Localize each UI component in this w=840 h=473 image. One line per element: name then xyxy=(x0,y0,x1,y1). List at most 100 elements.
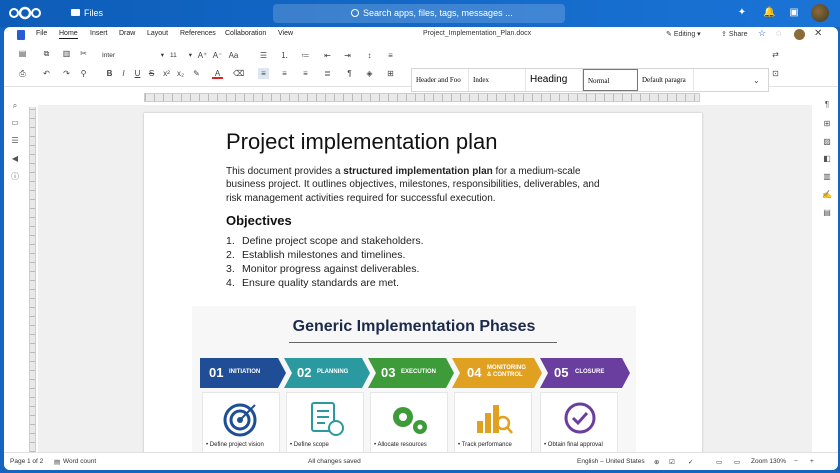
style-index[interactable]: Index xyxy=(469,69,526,91)
phases-infographic[interactable]: Generic Implementation Phases 01 INITIAT… xyxy=(192,306,636,466)
search-bar[interactable]: Search apps, files, tags, messages ... xyxy=(273,4,565,23)
star-icon[interactable]: ☆ xyxy=(758,28,766,39)
styles-pane-icon[interactable]: ⊡ xyxy=(770,68,781,79)
files-app-label[interactable]: Files xyxy=(84,8,103,18)
menu-file[interactable]: File xyxy=(36,30,47,37)
share-button[interactable]: ⇪ Share xyxy=(721,30,748,38)
close-icon[interactable]: ✕ xyxy=(814,28,822,39)
paste-icon[interactable]: ▥ xyxy=(61,48,72,59)
list-text: Ensure quality standards are met. xyxy=(242,277,399,289)
comments-icon[interactable]: ◌ xyxy=(776,28,781,38)
announce-icon[interactable]: ◀ xyxy=(10,154,20,164)
shape-settings-icon[interactable]: ◧ xyxy=(822,154,832,164)
borders-icon[interactable]: ⊞ xyxy=(385,68,396,79)
change-case-icon[interactable]: Aa xyxy=(228,50,239,61)
chevron-down-icon[interactable]: ⌄ xyxy=(753,76,760,85)
menu-references[interactable]: References xyxy=(180,30,216,37)
contacts-icon[interactable]: ▣ xyxy=(788,7,800,19)
numbering-icon[interactable]: ⒈ xyxy=(279,50,290,61)
user-avatar[interactable] xyxy=(811,4,829,22)
folder-icon[interactable] xyxy=(71,9,80,16)
horizontal-ruler[interactable] xyxy=(144,93,700,102)
font-size-select[interactable]: 11 ▾ xyxy=(170,50,192,62)
track-changes-icon[interactable]: ✓ xyxy=(688,458,693,466)
document-heading[interactable]: Project implementation plan xyxy=(226,129,497,155)
bullets-icon[interactable]: ☰ xyxy=(258,50,269,61)
style-header-footer[interactable]: Header and Foo xyxy=(412,69,469,91)
paragraph-settings-icon[interactable]: ≡ xyxy=(385,50,396,61)
align-center-icon[interactable]: ≡ xyxy=(279,68,290,79)
line-spacing-icon[interactable]: ↕ xyxy=(364,50,375,61)
increase-indent-icon[interactable]: ⇥ xyxy=(342,50,353,61)
clear-formatting-icon[interactable]: ⌫ xyxy=(233,68,244,79)
subscript-icon[interactable]: x₂ xyxy=(175,68,186,79)
superscript-icon[interactable]: x² xyxy=(161,68,172,79)
vertical-ruler[interactable] xyxy=(29,107,36,452)
menu-layout[interactable]: Layout xyxy=(147,30,168,37)
zoom-level[interactable]: Zoom 130% xyxy=(751,458,786,465)
menu-insert[interactable]: Insert xyxy=(90,30,108,37)
zoom-in-button[interactable]: + xyxy=(810,458,814,465)
navigation-icon[interactable]: ☰ xyxy=(10,136,20,146)
pilcrow-icon[interactable]: ¶ xyxy=(344,68,355,79)
bold-icon[interactable]: B xyxy=(104,68,115,79)
word-count-button[interactable]: Word count xyxy=(63,458,96,465)
italic-icon[interactable]: I xyxy=(118,68,129,79)
objectives-list[interactable]: 1. Define project scope and stakeholders.… xyxy=(226,235,424,291)
fit-page-icon[interactable]: ▭ xyxy=(716,458,722,466)
signature-icon[interactable]: ✍ xyxy=(822,190,832,200)
collaborator-avatar[interactable] xyxy=(794,29,805,40)
fit-width-icon[interactable]: ▭ xyxy=(734,458,740,466)
form-settings-icon[interactable]: ▤ xyxy=(822,208,832,218)
redo-icon[interactable]: ↷ xyxy=(61,68,72,79)
copy-icon[interactable]: ⧉ xyxy=(41,48,52,59)
objectives-heading[interactable]: Objectives xyxy=(226,213,292,228)
cut-icon[interactable]: ✂ xyxy=(78,48,89,59)
info-icon[interactable]: ⓘ xyxy=(10,172,20,182)
zoom-out-button[interactable]: − xyxy=(794,458,798,465)
style-normal[interactable]: Normal xyxy=(583,69,638,91)
paragraph-settings-icon[interactable]: ¶ xyxy=(822,100,832,110)
assistant-sparkle-icon[interactable]: ✦ xyxy=(736,7,748,19)
language-select[interactable]: English – United States xyxy=(577,458,645,465)
menu-draw[interactable]: Draw xyxy=(119,30,135,37)
grow-font-icon[interactable]: A⁺ xyxy=(197,50,208,61)
search-icon[interactable]: ⌕ xyxy=(10,101,20,111)
underline-icon[interactable]: U xyxy=(132,68,143,79)
menu-view[interactable]: View xyxy=(278,30,293,37)
font-color-icon[interactable]: A xyxy=(212,68,223,79)
style-default-paragraph[interactable]: Default paragra xyxy=(638,69,694,91)
page-indicator[interactable]: Page 1 of 2 xyxy=(10,458,43,465)
word-count-icon[interactable]: ▤ xyxy=(54,458,60,466)
multilevel-list-icon[interactable]: ≔ xyxy=(300,50,311,61)
shrink-font-icon[interactable]: A⁻ xyxy=(212,50,223,61)
highlight-icon[interactable]: ✎ xyxy=(191,68,202,79)
save-icon[interactable]: ▤ xyxy=(17,48,28,59)
document-canvas[interactable]: Project implementation plan This documen… xyxy=(38,105,812,466)
style-heading[interactable]: Heading xyxy=(526,69,583,91)
font-name-select[interactable]: Inter ▾ xyxy=(100,50,166,62)
table-settings-icon[interactable]: ⊞ xyxy=(822,119,832,129)
replace-icon[interactable]: ⇄ xyxy=(770,49,781,60)
decrease-indent-icon[interactable]: ⇤ xyxy=(322,50,333,61)
globe-icon[interactable]: ⊕ xyxy=(654,458,659,466)
menu-collaboration[interactable]: Collaboration xyxy=(225,30,266,37)
document-page[interactable]: Project implementation plan This documen… xyxy=(144,113,702,466)
editing-mode-dropdown[interactable]: ✎ Editing ▾ xyxy=(666,30,701,38)
align-left-icon[interactable]: ≡ xyxy=(258,68,269,79)
comments-icon[interactable]: ▭ xyxy=(10,118,20,128)
nextcloud-logo[interactable] xyxy=(8,6,42,20)
justify-icon[interactable]: ≣ xyxy=(322,68,333,79)
chart-settings-icon[interactable]: ▥ xyxy=(822,172,832,182)
shading-icon[interactable]: ◈ xyxy=(364,68,375,79)
align-right-icon[interactable]: ≡ xyxy=(300,68,311,79)
menu-home[interactable]: Home xyxy=(59,30,78,39)
intro-paragraph[interactable]: This document provides a structured impl… xyxy=(226,165,612,205)
undo-icon[interactable]: ↶ xyxy=(41,68,52,79)
format-painter-icon[interactable]: ⚲ xyxy=(78,68,89,79)
print-icon[interactable]: ⎙ xyxy=(17,68,28,79)
image-settings-icon[interactable]: ▨ xyxy=(822,137,832,147)
spellcheck-icon[interactable]: ☑ xyxy=(669,458,675,466)
strikethrough-icon[interactable]: S xyxy=(146,68,157,79)
notifications-icon[interactable]: 🔔 xyxy=(763,7,775,19)
